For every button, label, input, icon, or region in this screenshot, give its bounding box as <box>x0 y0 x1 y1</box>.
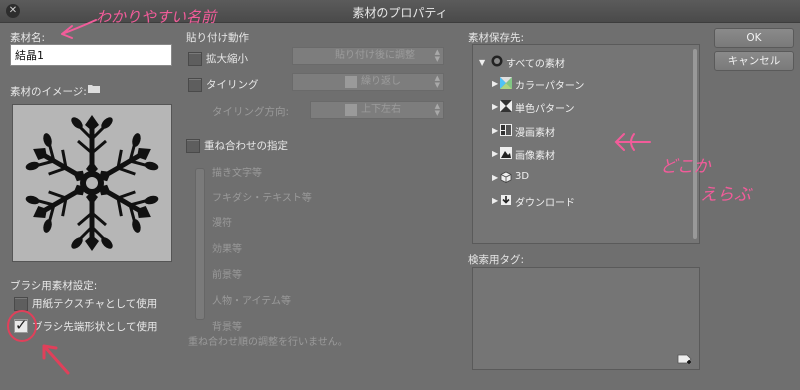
snowflake-image <box>20 115 164 253</box>
overlay-note: 重ね合わせ順の調整を行いません。 <box>188 337 348 348</box>
material-image-preview <box>12 104 172 262</box>
annotation-circle <box>7 310 37 342</box>
expand-right-icon[interactable]: ▶ <box>492 173 498 182</box>
tiling-select[interactable]: 繰り返し ▲ ▼ <box>292 73 444 91</box>
annotation-arrow-tree <box>614 133 651 151</box>
tiling-label: タイリング <box>206 79 259 91</box>
tiling-direction-select[interactable]: 上下左右 ▲ ▼ <box>310 101 444 119</box>
annotation-choose-note-1: どこか <box>660 157 711 177</box>
save-location-tree[interactable] <box>472 44 700 244</box>
tiling-direction-value: 上下左右 <box>361 104 401 115</box>
3d-icon <box>500 171 512 183</box>
expand-right-icon[interactable]: ▶ <box>492 79 498 88</box>
tiling-checkbox[interactable] <box>188 78 202 92</box>
overlay-item: 漫符 <box>212 218 232 229</box>
overlay-label: 重ね合わせの指定 <box>204 140 288 152</box>
paste-behavior-header: 貼り付け動作 <box>186 32 249 44</box>
all-materials-icon <box>491 55 503 67</box>
annotation-arrow-name <box>61 19 97 39</box>
expand-right-icon[interactable]: ▶ <box>492 102 498 111</box>
updown-arrows-icon: ▲ ▼ <box>434 48 440 63</box>
tree-item-3d[interactable]: 3D <box>515 171 529 182</box>
tree-item-download[interactable]: ダウンロード <box>515 194 575 209</box>
overlay-item: 前景等 <box>212 270 242 281</box>
brush-settings-label: ブラシ用素材設定: <box>10 280 98 292</box>
updown-arrows-icon: ▲ ▼ <box>434 102 440 117</box>
scale-select[interactable]: 貼り付け後に調整 ▲ ▼ <box>292 47 444 65</box>
expand-down-icon[interactable]: ▼ <box>479 58 485 67</box>
repeat-tile-icon <box>345 76 357 88</box>
overlay-order-slider[interactable] <box>195 168 205 320</box>
tree-item-image-material[interactable]: 画像素材 <box>515 147 555 162</box>
add-tag-icon[interactable] <box>677 353 693 365</box>
cancel-button[interactable]: キャンセル <box>714 51 794 71</box>
annotation-name-note: わかりやすい名前 <box>96 8 217 26</box>
expand-right-icon[interactable]: ▶ <box>492 196 498 205</box>
tiling-direction-label: タイリング方向: <box>212 106 290 118</box>
folder-icon[interactable] <box>88 84 100 93</box>
overlay-item: フキダシ・テキスト等 <box>212 193 312 204</box>
expand-right-icon[interactable]: ▶ <box>492 149 498 158</box>
material-image-label: 素材のイメージ: <box>10 86 87 98</box>
material-name-input[interactable] <box>10 44 172 66</box>
overlay-item: 背景等 <box>212 322 242 333</box>
tree-item-manga-material[interactable]: 漫画素材 <box>515 124 555 139</box>
overlay-item: 効果等 <box>212 244 242 255</box>
scale-label: 拡大縮小 <box>206 53 248 65</box>
search-tag-label: 検索用タグ: <box>468 254 525 266</box>
tree-item-all[interactable]: すべての素材 <box>506 55 565 70</box>
overlay-item: 人物・アイテム等 <box>212 296 291 307</box>
ok-button[interactable]: OK <box>714 28 794 48</box>
material-name-label: 素材名: <box>10 32 46 44</box>
save-location-label: 素材保存先: <box>468 32 525 44</box>
all-directions-icon <box>345 104 357 116</box>
brush-tip-label: ブラシ先端形状として使用 <box>32 321 158 333</box>
annotation-choose-note-2: えらぶ <box>700 185 751 205</box>
overlay-item: 描き文字等 <box>212 168 262 179</box>
tree-item-color-pattern[interactable]: カラーパターン <box>515 77 584 92</box>
image-material-icon <box>500 147 512 159</box>
paper-texture-label: 用紙テクスチャとして使用 <box>32 298 158 310</box>
tree-scrollbar[interactable] <box>693 49 697 239</box>
tree-item-mono-pattern[interactable]: 単色パターン <box>515 100 575 115</box>
expand-right-icon[interactable]: ▶ <box>492 126 498 135</box>
mono-pattern-icon <box>500 100 512 112</box>
updown-arrows-icon: ▲ ▼ <box>434 74 440 89</box>
manga-material-icon <box>500 124 512 136</box>
annotation-arrow-checkbox <box>42 344 70 375</box>
tiling-select-value: 繰り返し <box>361 76 401 87</box>
scale-select-value: 貼り付け後に調整 <box>335 50 415 61</box>
overlay-checkbox[interactable] <box>186 139 200 153</box>
color-pattern-icon <box>500 77 512 89</box>
download-icon <box>501 195 511 205</box>
search-tag-area[interactable] <box>472 267 700 370</box>
scale-checkbox[interactable] <box>188 52 202 66</box>
